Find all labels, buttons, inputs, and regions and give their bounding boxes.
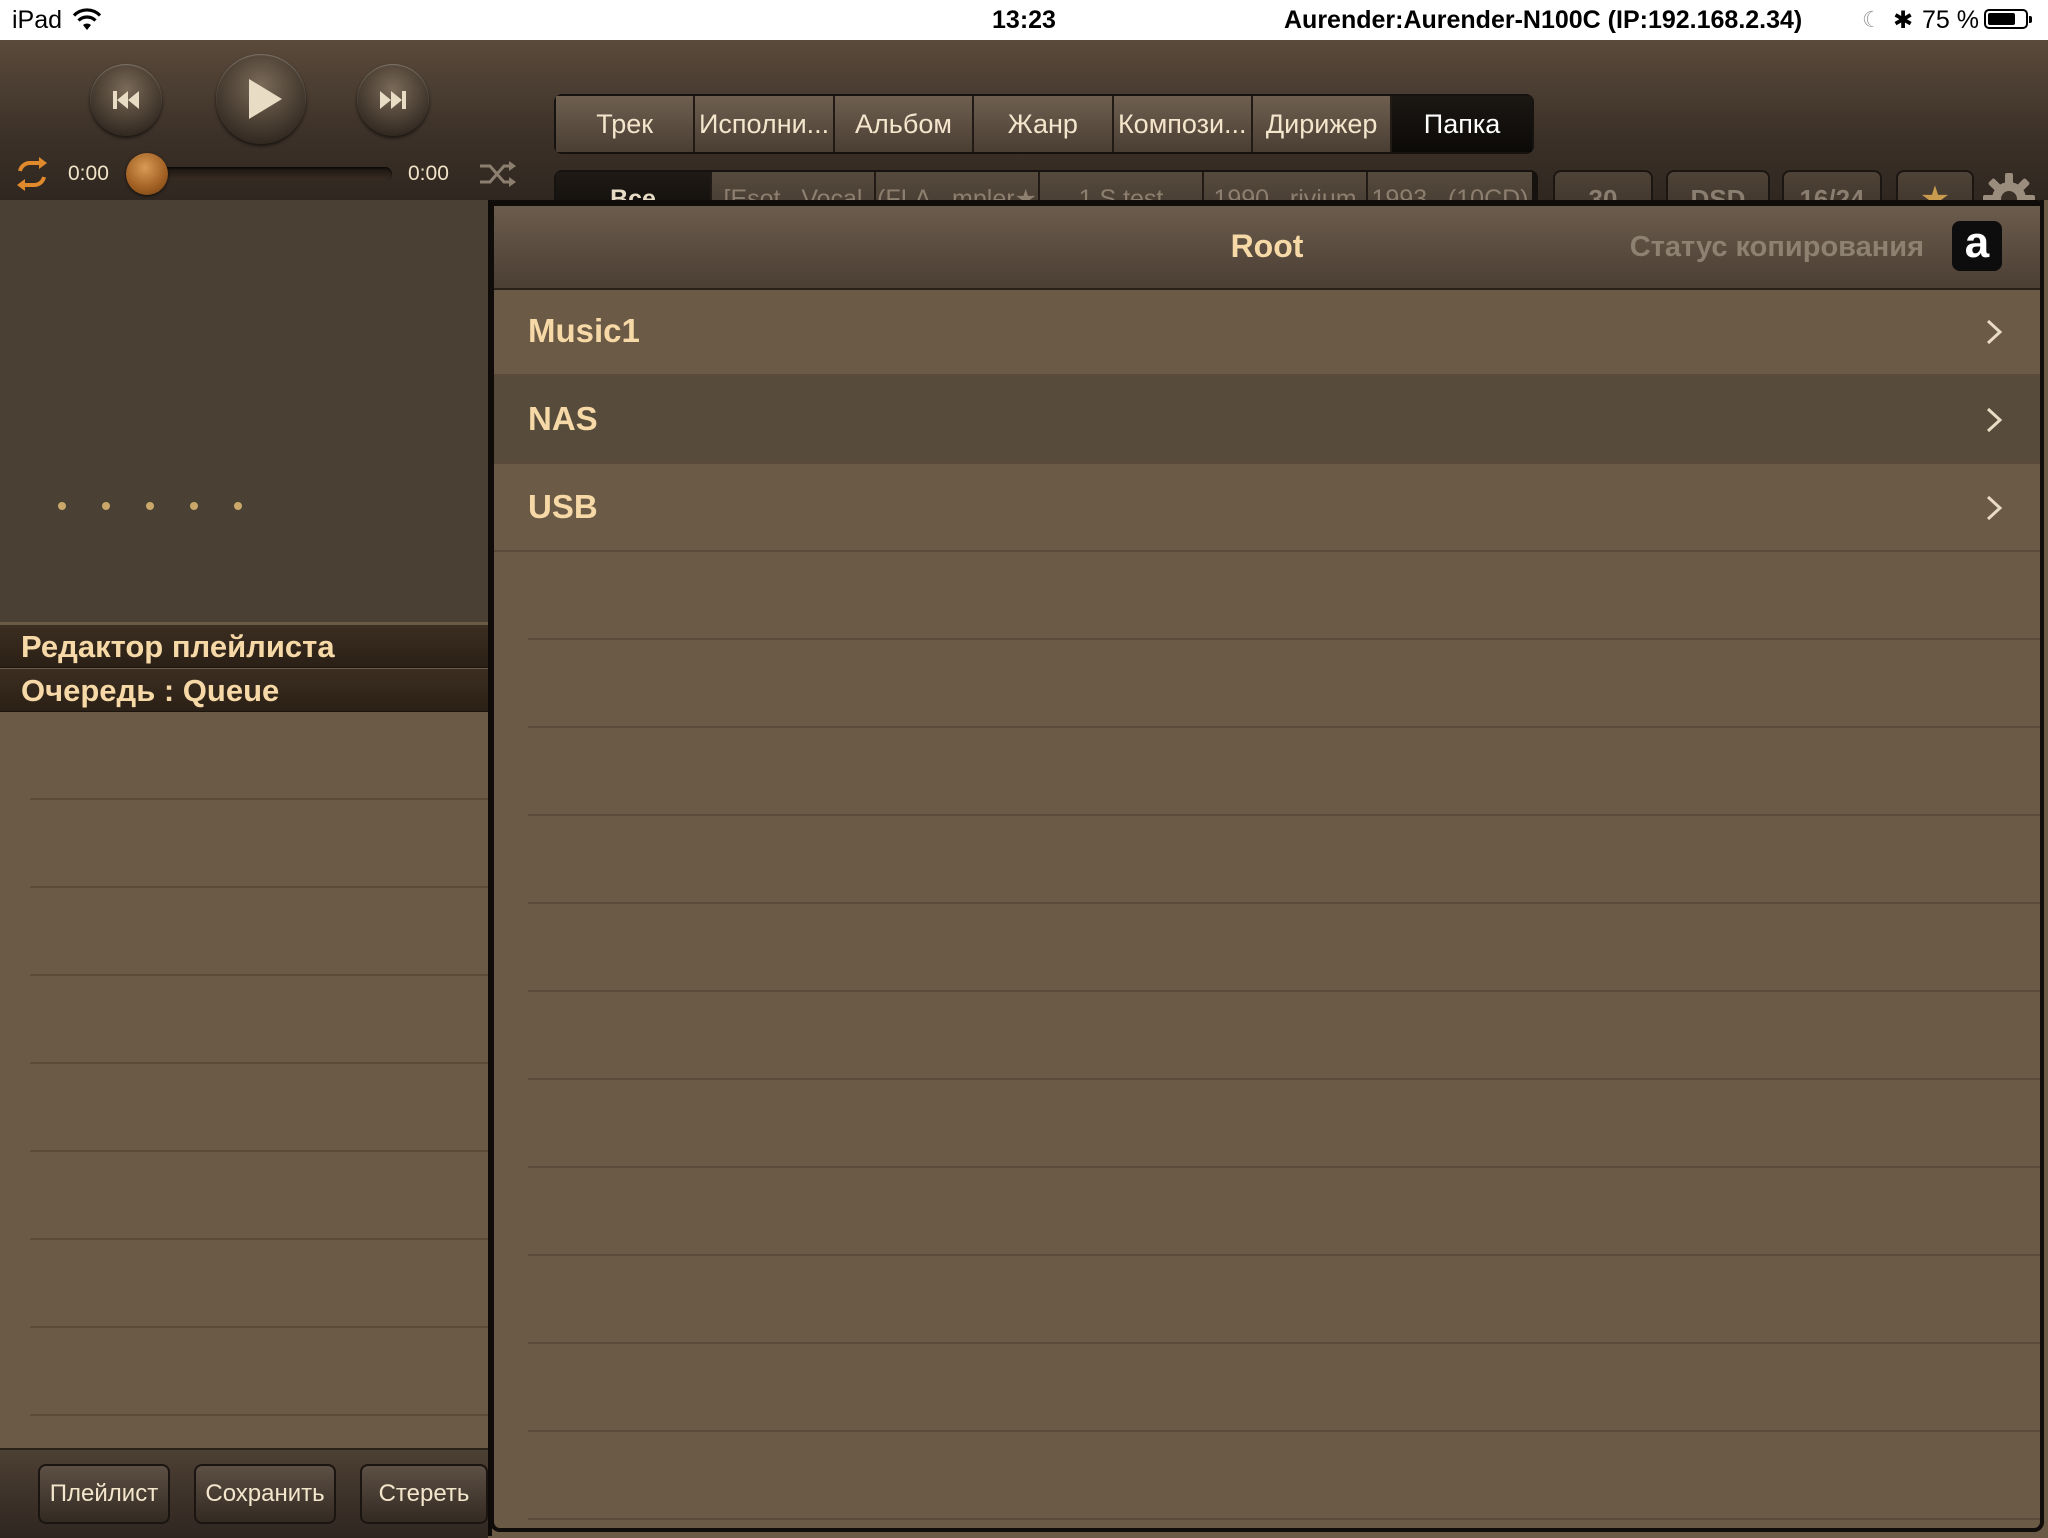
- player-toolbar: 0:00 0:00 Трек Исполни... Альбом Жанр Композ…: [0, 40, 2048, 228]
- folder-row[interactable]: Music1: [494, 288, 2040, 376]
- skip-forward-icon: [380, 91, 406, 109]
- category-tab[interactable]: Дирижер: [1252, 96, 1393, 152]
- clear-button[interactable]: Стереть: [360, 1464, 488, 1524]
- category-tab[interactable]: Трек: [556, 96, 696, 152]
- queue-row-separator: [30, 1062, 488, 1064]
- chevron-right-icon: [1986, 319, 2003, 345]
- status-bar: iPad 13:23 Aurender:Aurender-N100C (IP:1…: [0, 0, 2048, 40]
- folder-name: USB: [528, 488, 598, 525]
- queue-row-separator: [30, 1238, 488, 1240]
- elapsed-time: 0:00: [68, 162, 109, 185]
- browser-header: Root Статус копирования a: [494, 206, 2040, 290]
- shuffle-icon[interactable]: [478, 158, 518, 190]
- play-icon: [249, 79, 282, 119]
- battery-icon: [1984, 9, 2032, 29]
- device-host-label: Aurender:Aurender-N100C (IP:192.168.2.34…: [1284, 6, 1803, 34]
- category-tab[interactable]: Исполни...: [695, 96, 835, 152]
- queue-row-separator: [30, 1326, 488, 1328]
- chevron-right-icon: [1986, 495, 2003, 521]
- category-tab[interactable]: Альбом: [834, 96, 975, 152]
- queue-row-separator: [30, 886, 488, 888]
- aurender-logo-icon[interactable]: a: [1952, 221, 2002, 271]
- empty-row-separator: [528, 990, 2040, 992]
- empty-row-separator: [528, 638, 2040, 640]
- copy-status-button[interactable]: Статус копирования: [1630, 206, 1924, 288]
- empty-row-separator: [528, 1430, 2040, 1432]
- category-tabs: Трек Исполни... Альбом Жанр Компози... Дириже…: [554, 94, 1534, 154]
- battery-percent: 75 %: [1922, 6, 1979, 34]
- empty-row-separator: [528, 1518, 2040, 1520]
- empty-row-separator: [528, 726, 2040, 728]
- category-tab[interactable]: Жанр: [974, 96, 1114, 152]
- empty-row-separator: [528, 814, 2040, 816]
- empty-row-separator: [528, 1166, 2040, 1168]
- playlist-editor-title: Редактор плейлиста: [0, 624, 488, 668]
- queue-row-separator: [30, 1414, 488, 1416]
- browser-top-edge: [490, 200, 2044, 206]
- seek-slider-thumb[interactable]: [126, 153, 168, 195]
- folder-row[interactable]: USB: [494, 464, 2040, 552]
- queue-row-separator: [30, 798, 488, 800]
- folder-row[interactable]: NAS: [494, 376, 2040, 464]
- previous-track-button[interactable]: [90, 64, 162, 136]
- skip-back-icon: [113, 91, 139, 109]
- seek-slider[interactable]: [130, 167, 392, 181]
- folder-browser: Root Статус копирования a Music1 NAS USB: [490, 200, 2044, 1532]
- total-time: 0:00: [408, 162, 449, 185]
- queue-panel: Редактор плейлиста Очередь : Queue Плейл…: [0, 200, 488, 1538]
- empty-row-separator: [528, 902, 2040, 904]
- next-track-button[interactable]: [357, 64, 429, 136]
- category-tab[interactable]: Компози...: [1113, 96, 1253, 152]
- empty-row-separator: [528, 1254, 2040, 1256]
- empty-row-separator: [528, 1078, 2040, 1080]
- do-not-disturb-icon: ☾: [1862, 7, 1882, 32]
- folder-name: NAS: [528, 400, 598, 437]
- queue-row-separator: [30, 1150, 488, 1152]
- save-button[interactable]: Сохранить: [194, 1464, 336, 1524]
- repeat-icon[interactable]: [12, 156, 52, 192]
- queue-row-separator: [30, 974, 488, 976]
- queue-title: Очередь : Queue: [0, 668, 488, 712]
- chevron-right-icon: [1986, 407, 2003, 433]
- playlist-bottom-bar: Плейлист Сохранить Стереть: [0, 1448, 488, 1538]
- bluetooth-icon: ✱: [1893, 7, 1914, 34]
- playlist-button[interactable]: Плейлист: [38, 1464, 170, 1524]
- folder-name: Music1: [528, 312, 640, 349]
- album-art-area: [0, 200, 488, 622]
- page-indicator-dots: [58, 502, 242, 510]
- play-button[interactable]: [216, 54, 306, 144]
- category-tab[interactable]: Папка: [1392, 96, 1532, 152]
- empty-row-separator: [528, 1342, 2040, 1344]
